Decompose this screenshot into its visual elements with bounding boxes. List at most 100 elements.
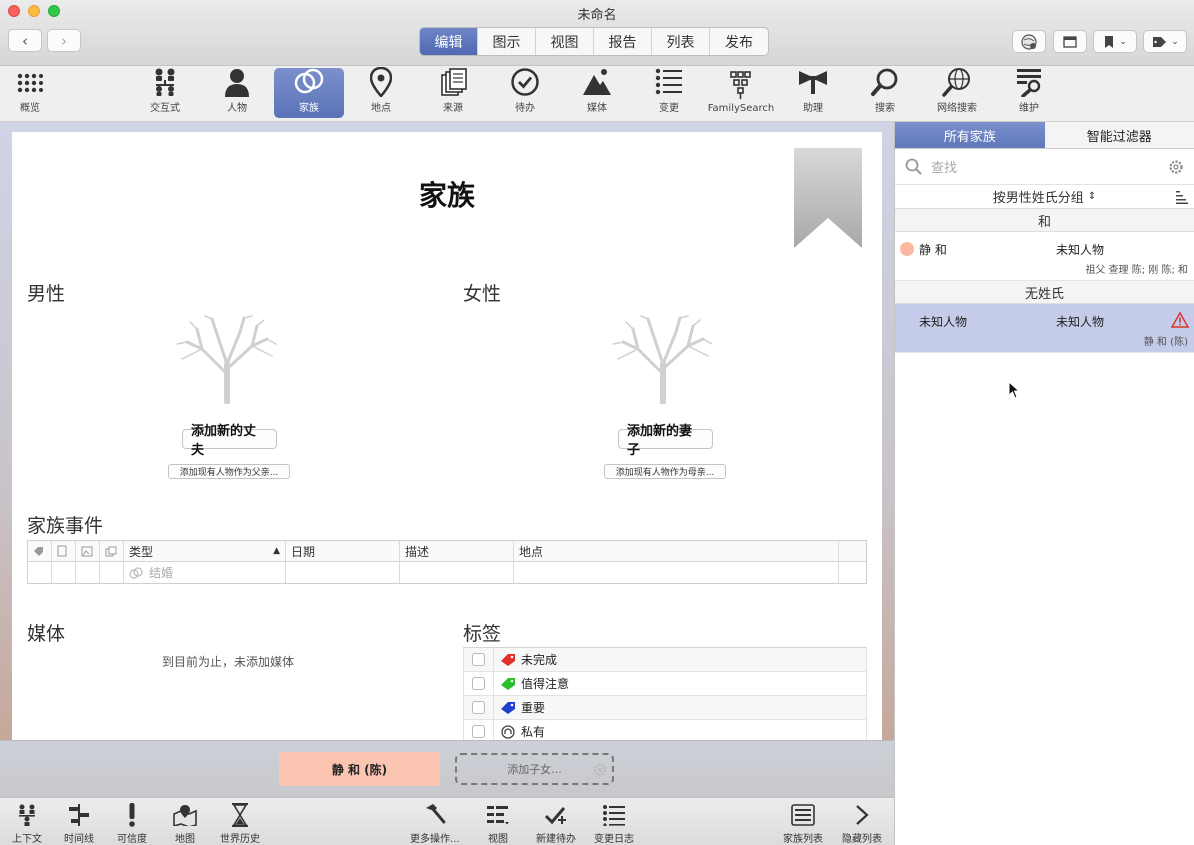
list-item[interactable]: 值得注意 (463, 671, 867, 696)
search-icon (905, 158, 922, 175)
media-column-icon[interactable] (76, 541, 100, 561)
change-log-button[interactable]: 变更日志 (594, 802, 634, 845)
source-column-icon[interactable] (100, 541, 124, 561)
table-row[interactable]: 结婚 (28, 562, 866, 583)
gear-icon[interactable] (1168, 159, 1184, 175)
rings-icon (293, 67, 325, 97)
view-options-button[interactable]: 视图 (486, 802, 510, 845)
main-toolbar: 概览 交互式 人物 家族 地点 来源 待办 媒体 变更 FamilySearch… (0, 66, 1194, 122)
timeline-button[interactable]: 时间线 (64, 802, 94, 845)
plausibility-button[interactable]: 可信度 (117, 802, 147, 845)
rings-icon (129, 566, 143, 579)
forward-button[interactable]: › (47, 29, 81, 52)
tab-publish[interactable]: 发布 (710, 28, 768, 55)
toolbar-media[interactable]: 媒体 (562, 68, 632, 118)
list-item[interactable]: 静 和 未知人物 祖父 查理 陈; 刚 陈; 和 (895, 232, 1194, 281)
person-icon (221, 67, 253, 97)
toolbar-persons[interactable]: 人物 (202, 68, 272, 118)
toolbar-todos[interactable]: 待办 (490, 68, 560, 118)
male-section-title: 男性 (27, 283, 66, 305)
family-list-button[interactable]: 家族列表 (783, 802, 823, 845)
tree-placeholder-icon (176, 315, 277, 404)
tree-placeholder-icon (612, 315, 713, 404)
tab-all-families[interactable]: 所有家族 (895, 122, 1045, 149)
toolbar-overview[interactable]: 概览 (0, 68, 65, 118)
todo-check-icon (509, 67, 541, 97)
more-actions-button[interactable]: 更多操作... (410, 802, 460, 845)
toolbar-assistants[interactable]: 助理 (778, 68, 848, 118)
bookmarks-menu-button[interactable]: ⌄ (1093, 30, 1137, 53)
toolbar-places[interactable]: 地点 (346, 67, 416, 118)
toolbar-familysearch[interactable]: FamilySearch (706, 68, 776, 118)
female-section-title: 女性 (463, 283, 502, 305)
note-column-icon[interactable] (52, 541, 76, 561)
sources-icon (437, 67, 469, 97)
search-input[interactable]: 查找 (931, 157, 1168, 176)
hide-list-button[interactable]: 隐藏列表 (842, 802, 882, 845)
map-icon (173, 802, 197, 828)
list-item[interactable]: 未知人物 未知人物 静 和 (陈) (895, 304, 1194, 353)
toolbar-changes[interactable]: 变更 (634, 68, 704, 118)
add-child-button[interactable]: 添加子女... (455, 753, 614, 785)
toolbar-families[interactable]: 家族 (274, 68, 344, 118)
list-item[interactable]: 私有 (463, 719, 867, 740)
description-column-header[interactable]: 描述 (400, 541, 514, 561)
title-bar: 未命名 ‹ › 编辑 图示 视图 报告 列表 发布 ⌄ ⌄ (0, 0, 1194, 66)
toolbar-sources[interactable]: 来源 (418, 68, 488, 118)
tags-list: 未完成 值得注意 重要 私有 (463, 647, 867, 740)
hammer-icon (423, 802, 447, 828)
timeline-icon (67, 802, 91, 828)
media-section-title: 媒体 (27, 623, 66, 645)
parent-person-card[interactable]: 静 和 (陈) (279, 752, 440, 786)
chevron-updown-icon: ⇕ (1087, 191, 1097, 202)
type-column-header[interactable]: 类型 ▲ (124, 541, 286, 561)
tag-checkbox[interactable] (464, 695, 494, 720)
list-item[interactable]: 重要 (463, 695, 867, 720)
chevron-down-icon: ⌄ (1171, 36, 1179, 47)
event-type-cell[interactable]: 结婚 (124, 562, 286, 583)
toolbar-interactive[interactable]: 交互式 (130, 68, 200, 118)
group-header: 无姓氏 (895, 281, 1194, 304)
world-history-button[interactable]: 世界历史 (220, 802, 260, 845)
tab-edit[interactable]: 编辑 (420, 28, 478, 55)
mode-tabs: 编辑 图示 视图 报告 列表 发布 (419, 27, 769, 56)
tag-checkbox[interactable] (464, 647, 494, 672)
tags-menu-button[interactable]: ⌄ (1143, 30, 1187, 53)
add-existing-father-button[interactable]: 添加现有人物作为父亲... (168, 464, 290, 479)
toolbar-search[interactable]: 搜索 (850, 68, 920, 118)
sort-options-icon[interactable] (1176, 190, 1188, 204)
changelog-icon (602, 802, 626, 828)
web-search-icon (941, 67, 973, 97)
add-husband-button[interactable]: 添加新的丈夫 (182, 424, 277, 458)
map-button[interactable]: 地图 (173, 802, 197, 845)
add-existing-mother-button[interactable]: 添加现有人物作为母亲... (604, 464, 726, 479)
date-column-header[interactable]: 日期 (286, 541, 400, 561)
window-layout-button[interactable] (1053, 30, 1087, 53)
add-wife-button[interactable]: 添加新的妻子 (618, 424, 713, 458)
tag-icon (497, 653, 519, 667)
tab-lists[interactable]: 列表 (652, 28, 710, 55)
new-todo-icon (544, 802, 568, 828)
back-button[interactable]: ‹ (8, 29, 42, 52)
view-icon (486, 802, 510, 828)
bookmark-ribbon-icon[interactable] (794, 148, 862, 248)
context-button[interactable]: 上下文 (12, 802, 42, 845)
changes-list-icon (653, 67, 685, 97)
new-todo-button[interactable]: 新建待办 (536, 802, 576, 845)
tab-smart-filters[interactable]: 智能过滤器 (1044, 122, 1194, 149)
tag-column-icon[interactable] (28, 541, 52, 561)
toolbar-maintenance[interactable]: 维护 (994, 68, 1064, 118)
list-item[interactable]: 未完成 (463, 647, 867, 672)
families-sidebar: 所有家族 智能过滤器 查找 按男性姓氏分组 ⇕ 和 静 和 未知人物 祖父 查理… (894, 122, 1194, 845)
tag-checkbox[interactable] (464, 671, 494, 696)
group-by-selector[interactable]: 按男性姓氏分组 ⇕ (895, 185, 1194, 209)
sidebar-tabs: 所有家族 智能过滤器 (895, 122, 1194, 149)
place-column-header[interactable]: 地点 (514, 541, 839, 561)
tab-charts[interactable]: 图示 (478, 28, 536, 55)
tab-views[interactable]: 视图 (536, 28, 594, 55)
tab-reports[interactable]: 报告 (594, 28, 652, 55)
familysearch-sync-button[interactable] (1012, 30, 1046, 53)
maintenance-icon (1013, 67, 1045, 97)
tag-checkbox[interactable] (464, 719, 494, 740)
toolbar-web-search[interactable]: 网络搜索 (922, 68, 992, 118)
